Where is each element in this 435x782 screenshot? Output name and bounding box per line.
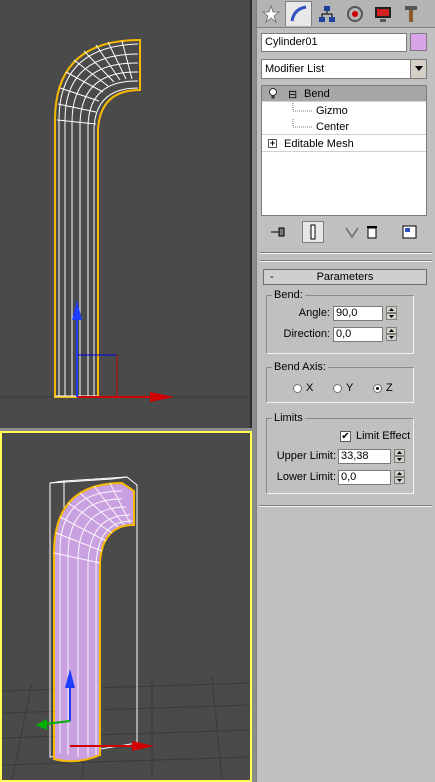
limits-group-title: Limits [272, 412, 305, 424]
trash-icon [367, 226, 377, 239]
spinner-down-icon [389, 336, 394, 339]
direction-input[interactable]: 0,0 [333, 327, 383, 342]
utilities-tab[interactable] [397, 1, 424, 26]
create-tab[interactable] [257, 1, 284, 26]
stack-item-label: Center [316, 121, 350, 133]
configure-modifier-sets-button[interactable] [399, 221, 421, 243]
show-end-result-icon [310, 224, 316, 240]
front-viewport-canvas [0, 38, 250, 402]
selection-bracket [54, 38, 141, 398]
bend-axis-group: Bend Axis: X Y Z [266, 361, 414, 403]
dropdown-arrow-button[interactable] [410, 60, 426, 78]
spinner-down-icon [397, 479, 402, 482]
spinner-up-icon [397, 451, 402, 454]
rollout-bottom-divider [259, 505, 432, 507]
bend-group: Bend: Angle: 90,0 Direction: 0,0 [266, 289, 414, 354]
lower-limit-spinner[interactable] [394, 470, 405, 485]
x-axis-arrow [150, 392, 174, 402]
upper-limit-label: Upper Limit: [276, 450, 336, 462]
make-unique-button[interactable] [341, 221, 363, 243]
hierarchy-tab[interactable] [313, 1, 340, 26]
modify-icon [290, 5, 306, 22]
rollout-collapse-toggle: - [270, 271, 274, 283]
remove-modifier-button[interactable] [361, 221, 383, 243]
angle-input[interactable]: 90,0 [333, 306, 383, 321]
stack-item-bend[interactable]: ⊟ Bend [262, 86, 426, 102]
stack-item-editable-mesh[interactable]: + Editable Mesh [262, 136, 426, 152]
axis-z-label: Z [386, 382, 393, 394]
spinner-down-icon [389, 315, 394, 318]
panel-divider [259, 252, 432, 254]
direction-label: Direction: [283, 328, 330, 340]
display-tab[interactable] [369, 1, 396, 26]
axis-y-label: Y [346, 382, 354, 394]
front-viewport[interactable] [0, 0, 252, 428]
create-icon [261, 4, 280, 23]
motion-icon [346, 5, 363, 22]
perspective-viewport[interactable] [0, 431, 252, 782]
show-end-result-button[interactable] [302, 221, 324, 243]
stack-expander[interactable]: ⊟ [288, 88, 297, 101]
stack-item-label: Gizmo [316, 105, 348, 117]
pin-stack-button[interactable] [267, 221, 289, 243]
axis-x-label: X [306, 382, 314, 394]
utilities-icon [404, 5, 417, 22]
stack-item-center[interactable]: Center [262, 119, 426, 135]
lightbulb-icon[interactable] [268, 88, 278, 100]
bend-wireframe [55, 40, 139, 397]
display-icon [374, 6, 391, 22]
perspective-viewport-canvas [2, 476, 250, 780]
lower-limit-label: Lower Limit: [276, 471, 336, 483]
make-unique-icon [345, 227, 359, 239]
command-panel: Cylinder01 Modifier List ⊟ Bend Gizmo Ce… [256, 0, 435, 782]
hierarchy-icon [318, 5, 335, 22]
parameters-rollout-header[interactable]: - Parameters [263, 269, 427, 285]
stack-expander[interactable]: + [268, 139, 277, 148]
stack-toolbar [261, 221, 427, 243]
configure-icon [402, 225, 417, 239]
command-panel-tabs [257, 0, 435, 28]
axis-x-radio[interactable] [293, 384, 302, 393]
spinner-up-icon [389, 329, 394, 332]
pin-icon [271, 227, 285, 237]
direction-spinner[interactable] [386, 327, 397, 342]
modifier-list-dropdown[interactable]: Modifier List [261, 59, 427, 79]
spinner-up-icon [389, 308, 394, 311]
object-name-field[interactable]: Cylinder01 [261, 33, 407, 52]
limit-effect-label: Limit Effect [356, 430, 411, 442]
object-color-swatch[interactable] [410, 33, 427, 51]
persp-x-arrow [132, 741, 154, 751]
motion-tab[interactable] [341, 1, 368, 26]
bend-object [53, 481, 135, 763]
modify-tab[interactable] [285, 1, 312, 26]
tree-line [292, 119, 312, 128]
stack-item-gizmo[interactable]: Gizmo [262, 103, 426, 119]
spinner-up-icon [397, 472, 402, 475]
angle-spinner[interactable] [386, 306, 397, 321]
upper-limit-input[interactable]: 33,38 [338, 449, 391, 464]
modifier-list-label: Modifier List [265, 63, 325, 75]
axis-z-radio[interactable] [373, 384, 382, 393]
tree-line [292, 103, 312, 112]
stack-item-label: Editable Mesh [284, 138, 354, 150]
stack-item-label: Bend [304, 88, 330, 100]
axis-y-radio[interactable] [333, 384, 342, 393]
persp-y-arrow [36, 719, 47, 730]
rollout-title: Parameters [316, 271, 374, 283]
angle-label: Angle: [298, 307, 330, 319]
panel-divider [259, 260, 432, 262]
lower-limit-input[interactable]: 0,0 [338, 470, 391, 485]
bend-group-title: Bend: [272, 289, 305, 301]
limit-effect-checkbox[interactable]: ✔ [340, 431, 351, 442]
upper-limit-spinner[interactable] [394, 449, 405, 464]
modifier-stack: ⊟ Bend Gizmo Center + Editable Mesh [261, 85, 427, 216]
bend-axis-group-title: Bend Axis: [272, 361, 328, 373]
chevron-down-icon [414, 66, 423, 71]
limits-group: Limits ✔ Limit Effect Upper Limit: 33,38… [266, 412, 414, 494]
spinner-down-icon [397, 458, 402, 461]
